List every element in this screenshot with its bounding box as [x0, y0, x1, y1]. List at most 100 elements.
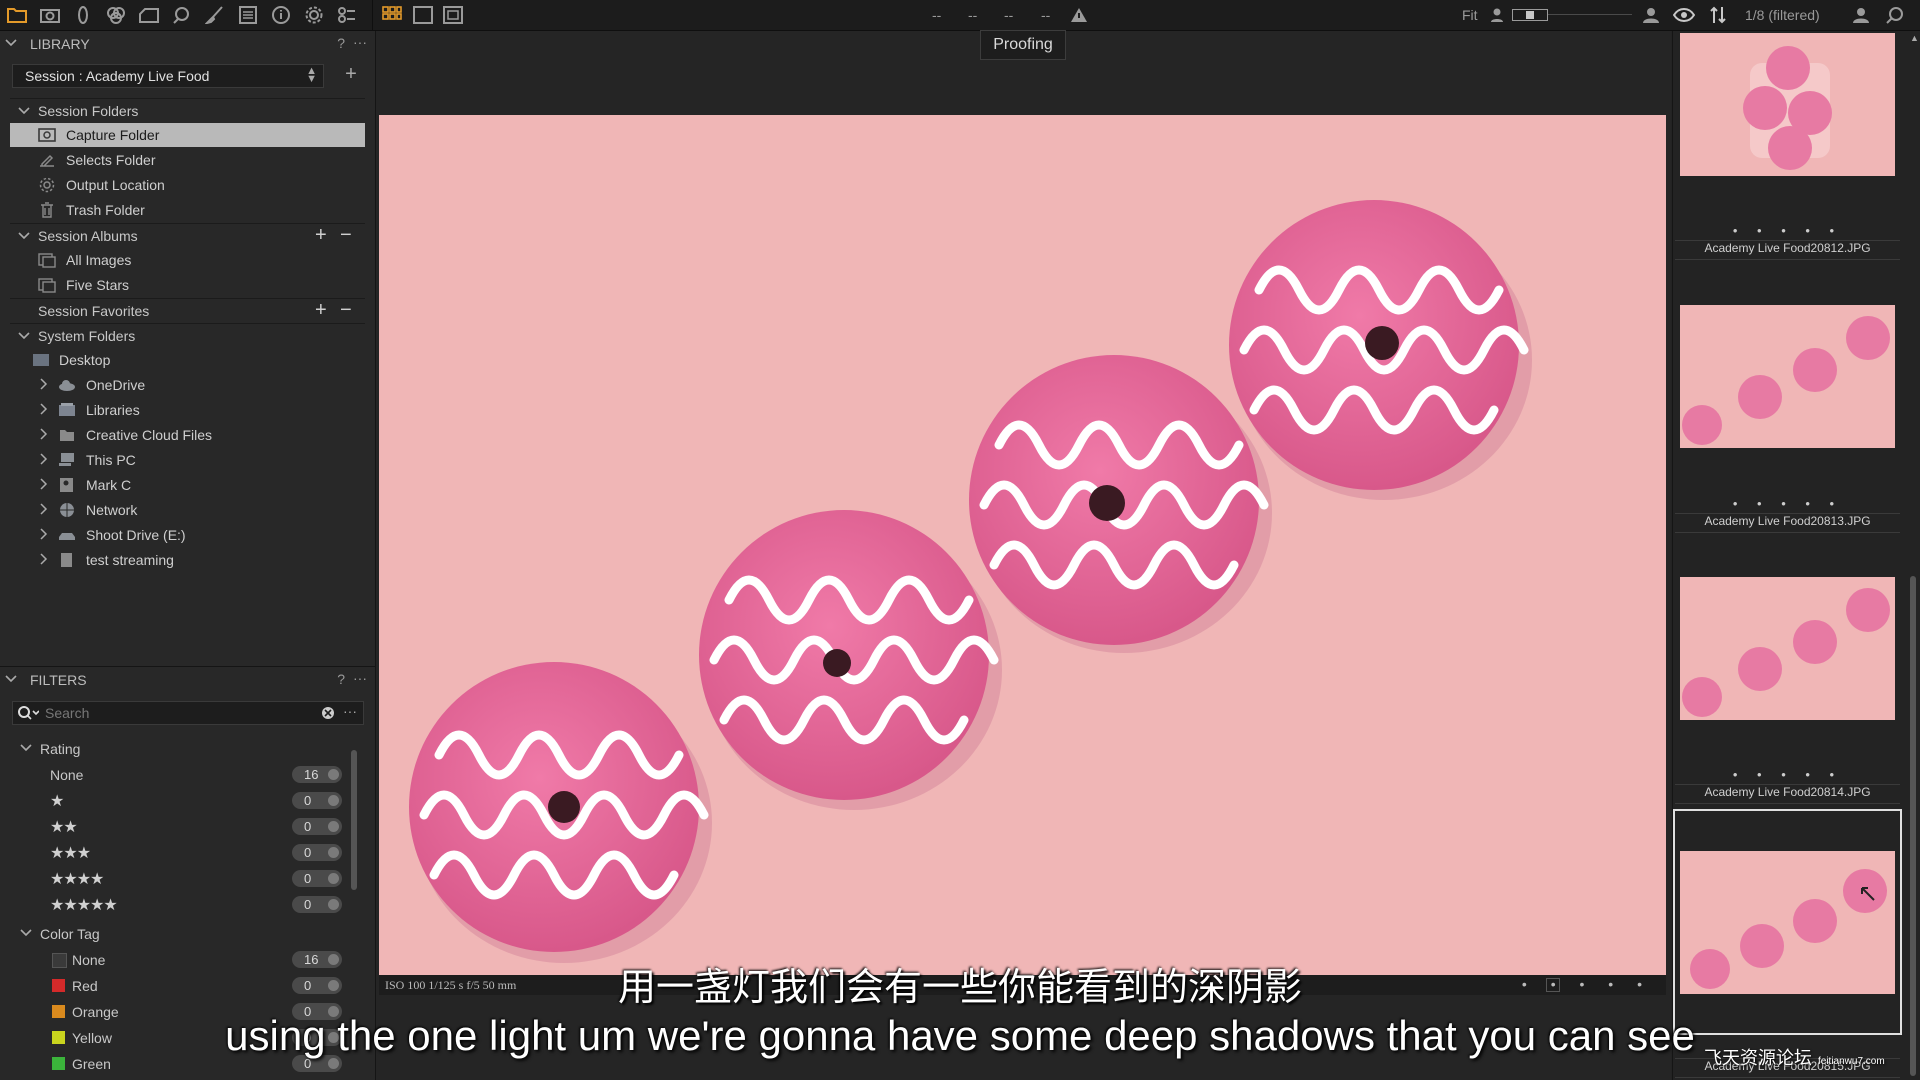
browser-scrollbar[interactable]: ▲ — [1908, 31, 1919, 1080]
tree-item-output-location[interactable]: Output Location — [10, 173, 365, 197]
tree-item-shoot-drive[interactable]: Shoot Drive (E:) — [10, 523, 365, 547]
rating-row-1-star[interactable]: ★ 0 — [14, 788, 344, 814]
chevron-right-icon[interactable] — [40, 478, 48, 490]
chevron-right-icon[interactable] — [40, 528, 48, 540]
chevron-down-icon[interactable] — [18, 329, 30, 343]
remove-album-button[interactable]: − — [340, 224, 352, 247]
exposure-icon[interactable] — [138, 4, 160, 26]
info-icon[interactable] — [270, 4, 292, 26]
rating-title: Rating — [40, 741, 81, 757]
filters-header[interactable]: FILTERS ? ··· — [0, 668, 375, 692]
chevron-right-icon[interactable] — [40, 503, 48, 515]
thumbnail-rating-dots[interactable]: • • • • • — [1675, 767, 1900, 783]
tree-item-five-stars[interactable]: Five Stars — [10, 273, 365, 297]
session-folders-header[interactable]: Session Folders — [10, 98, 365, 123]
library-header[interactable]: LIBRARY ? ··· — [0, 32, 375, 56]
person-icon[interactable] — [1640, 4, 1662, 26]
thumbnail-card[interactable]: • • • • • Academy Live Food20813.JPG — [1675, 273, 1900, 533]
tree-item-selects-folder[interactable]: Selects Folder — [10, 148, 365, 172]
thumbnail-rating-dots[interactable]: • • • • • — [1675, 496, 1900, 512]
thumbnail-image[interactable] — [1680, 305, 1895, 448]
batch-icon[interactable] — [336, 4, 358, 26]
search-options-icon[interactable]: ··· — [343, 703, 357, 719]
rating-row-5-stars[interactable]: ★★★★★ 0 — [14, 892, 344, 918]
tree-item-all-images[interactable]: All Images — [10, 248, 365, 272]
chevron-right-icon[interactable] — [40, 378, 48, 390]
tree-item-this-pc[interactable]: This PC — [10, 448, 365, 472]
add-album-button[interactable]: + — [315, 224, 327, 247]
sort-icon[interactable] — [1707, 4, 1729, 26]
chevron-right-icon[interactable] — [40, 453, 48, 465]
tree-item-label: Mark C — [86, 477, 132, 493]
help-icon[interactable]: ? — [337, 35, 345, 51]
system-folders-header[interactable]: System Folders — [10, 323, 365, 348]
tree-item-desktop[interactable]: Desktop — [10, 348, 365, 372]
add-session-button[interactable]: + — [340, 64, 362, 86]
zoom-slider[interactable] — [1512, 9, 1632, 21]
tree-item-label: Shoot Drive (E:) — [86, 527, 186, 543]
tree-item-label: This PC — [86, 452, 136, 468]
user-icon[interactable] — [1850, 4, 1872, 26]
grid-view-icon[interactable] — [381, 4, 403, 26]
tree-item-test-streaming[interactable]: test streaming — [10, 548, 365, 572]
chevron-down-icon[interactable] — [18, 104, 30, 118]
tree-item-onedrive[interactable]: OneDrive — [10, 373, 365, 397]
filter-search-input[interactable]: Search ··· — [12, 701, 364, 725]
session-select[interactable]: Session : Academy Live Food ▲ ▼ — [12, 64, 324, 88]
tree-item-trash-folder[interactable]: Trash Folder — [10, 198, 365, 222]
rating-label: None — [50, 767, 84, 783]
chevron-right-icon[interactable] — [40, 553, 48, 565]
details-icon[interactable] — [237, 4, 259, 26]
tree-item-network[interactable]: Network — [10, 498, 365, 522]
eye-icon[interactable] — [1673, 4, 1695, 26]
session-favorites-header[interactable]: Session Favorites + − — [10, 298, 365, 323]
search-zoom-icon[interactable] — [171, 4, 193, 26]
brush-icon[interactable] — [204, 4, 226, 26]
tree-item-mark-c[interactable]: Mark C — [10, 473, 365, 497]
album-icon — [38, 252, 56, 268]
chevron-down-icon[interactable] — [20, 926, 32, 940]
folder-icon[interactable] — [6, 4, 28, 26]
more-options-icon[interactable]: ··· — [353, 670, 367, 686]
add-favorite-button[interactable]: + — [315, 299, 327, 322]
rating-row-2-stars[interactable]: ★★ 0 — [14, 814, 344, 840]
clear-search-icon[interactable] — [321, 706, 335, 720]
tree-item-capture-folder[interactable]: Capture Folder — [10, 123, 365, 147]
rating-row-4-stars[interactable]: ★★★★ 0 — [14, 866, 344, 892]
chevron-down-icon[interactable] — [5, 671, 17, 687]
tree-item-creative-cloud[interactable]: Creative Cloud Files — [10, 423, 365, 447]
chevron-right-icon[interactable] — [40, 428, 48, 440]
search-icon[interactable] — [17, 705, 39, 721]
chevron-right-icon[interactable] — [40, 403, 48, 415]
rating-row-3-stars[interactable]: ★★★ 0 — [14, 840, 344, 866]
main-photo[interactable] — [379, 115, 1666, 975]
more-options-icon[interactable]: ··· — [353, 34, 367, 50]
chevron-down-icon[interactable] — [20, 741, 32, 755]
thumbnail-image[interactable] — [1680, 577, 1895, 720]
rating-header[interactable]: Rating — [14, 736, 344, 762]
chevron-down-icon[interactable] — [5, 35, 17, 51]
warning-icon[interactable] — [1068, 4, 1090, 26]
thumbnail-card[interactable]: • • • • • Academy Live Food20812.JPG — [1675, 31, 1900, 289]
camera-icon[interactable] — [39, 4, 61, 26]
multi-view-icon[interactable] — [442, 4, 464, 26]
help-icon[interactable]: ? — [337, 671, 345, 687]
settings-icon[interactable] — [303, 4, 325, 26]
thumbnail-rating-dots[interactable]: • • • • • — [1675, 223, 1900, 239]
thumbnail-card[interactable]: • • • • • Academy Live Food20814.JPG — [1675, 545, 1900, 804]
fit-label[interactable]: Fit — [1462, 7, 1478, 23]
search-icon[interactable] — [1884, 4, 1906, 26]
tree-item-libraries[interactable]: Libraries — [10, 398, 365, 422]
person-small-icon[interactable] — [1486, 4, 1508, 26]
remove-favorite-button[interactable]: − — [340, 299, 352, 322]
session-albums-header[interactable]: Session Albums + − — [10, 223, 365, 248]
color-tag-header[interactable]: Color Tag — [14, 921, 344, 947]
color-icon[interactable] — [105, 4, 127, 26]
lens-icon[interactable] — [72, 4, 94, 26]
rating-row-none[interactable]: None 16 — [14, 762, 344, 788]
single-view-icon[interactable] — [412, 4, 434, 26]
count-badge: 0 — [292, 792, 342, 809]
session-folders-title: Session Folders — [38, 103, 139, 119]
chevron-down-icon[interactable] — [18, 229, 30, 243]
thumbnail-image[interactable] — [1680, 33, 1895, 176]
